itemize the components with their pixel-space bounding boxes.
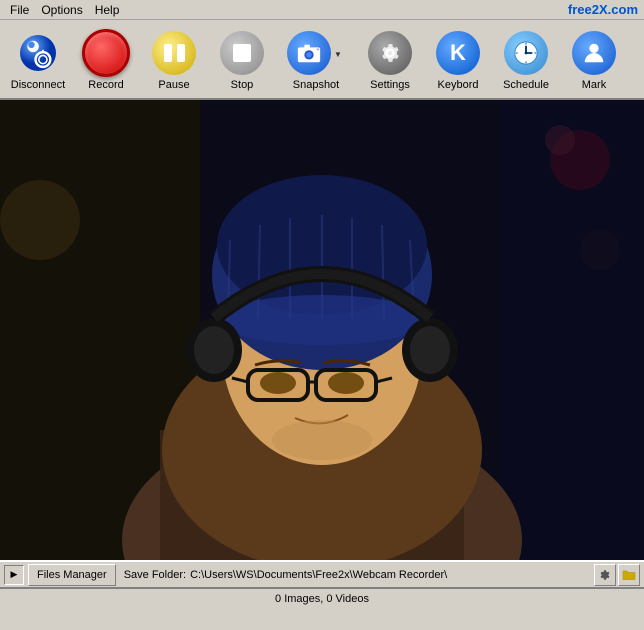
- disconnect-icon-wrap: [14, 29, 62, 77]
- pause-bar-right: [177, 44, 185, 62]
- folder-icon: [622, 568, 636, 582]
- camera-icon: [296, 40, 322, 66]
- folder-bottom-button[interactable]: [618, 564, 640, 586]
- save-path-value: C:\Users\WS\Documents\Free2x\Webcam Reco…: [190, 569, 590, 581]
- stop-icon-wrap: [218, 29, 266, 77]
- keybord-icon: K: [436, 31, 480, 75]
- snapshot-button[interactable]: Snapshot: [276, 23, 356, 95]
- stop-icon: [220, 31, 264, 75]
- snapshot-inner: [287, 29, 345, 79]
- pause-icon: [152, 31, 196, 75]
- record-icon: [82, 29, 130, 77]
- brand-label: free2X.com: [568, 2, 638, 17]
- settings-icon: [368, 31, 412, 75]
- status-text: 0 Images, 0 Videos: [275, 593, 369, 605]
- snapshot-icon: [287, 31, 331, 75]
- video-placeholder: [0, 100, 644, 560]
- menu-options[interactable]: Options: [35, 2, 88, 18]
- mark-button[interactable]: Mark: [560, 23, 628, 95]
- schedule-button[interactable]: Schedule: [492, 23, 560, 95]
- menu-file[interactable]: File: [4, 2, 35, 18]
- settings-bottom-button[interactable]: [594, 564, 616, 586]
- pause-button[interactable]: Pause: [140, 23, 208, 95]
- stop-square: [233, 44, 251, 62]
- gear-icon: [377, 40, 403, 66]
- mark-icon-wrap: [570, 29, 618, 77]
- snapshot-dropdown-arrow[interactable]: [331, 32, 345, 76]
- video-area: [0, 100, 644, 560]
- clock-icon: [513, 40, 539, 66]
- pause-label: Pause: [158, 79, 189, 91]
- status-bar: 0 Images, 0 Videos: [0, 588, 644, 608]
- settings-button[interactable]: Settings: [356, 23, 424, 95]
- snapshot-icon-wrap: [287, 29, 331, 77]
- record-button[interactable]: Record: [72, 23, 140, 95]
- schedule-icon-wrap: [502, 29, 550, 77]
- keybord-icon-wrap: K: [434, 29, 482, 77]
- schedule-icon: [504, 31, 548, 75]
- record-icon-wrap: [82, 29, 130, 77]
- disconnect-label: Disconnect: [11, 79, 65, 91]
- mark-icon: [572, 31, 616, 75]
- stop-button[interactable]: Stop: [208, 23, 276, 95]
- menu-help[interactable]: Help: [89, 2, 126, 18]
- stop-label: Stop: [231, 79, 254, 91]
- scene-svg: [0, 100, 644, 560]
- record-label: Record: [88, 79, 123, 91]
- files-manager-button[interactable]: Files Manager: [28, 564, 116, 586]
- person-icon: [581, 40, 607, 66]
- save-folder-label: Save Folder:: [124, 569, 186, 581]
- keybord-button[interactable]: K Keybord: [424, 23, 492, 95]
- schedule-label: Schedule: [503, 79, 549, 91]
- disconnect-icon: [20, 35, 56, 71]
- keybord-label: Keybord: [438, 79, 479, 91]
- toolbar: Disconnect Record Pause Stop: [0, 20, 644, 100]
- bottom-bar: ▶ Files Manager Save Folder: C:\Users\WS…: [0, 560, 644, 588]
- snapshot-label: Snapshot: [293, 79, 339, 91]
- pause-icon-wrap: [150, 29, 198, 77]
- bottom-icons: [594, 564, 640, 586]
- play-button[interactable]: ▶: [4, 565, 24, 585]
- mark-label: Mark: [582, 79, 606, 91]
- pause-bar-left: [164, 44, 172, 62]
- settings-icon-wrap: [366, 29, 414, 77]
- disconnect-button[interactable]: Disconnect: [4, 23, 72, 95]
- settings-bottom-icon: [598, 568, 612, 582]
- menubar: File Options Help free2X.com: [0, 0, 644, 20]
- settings-label: Settings: [370, 79, 410, 91]
